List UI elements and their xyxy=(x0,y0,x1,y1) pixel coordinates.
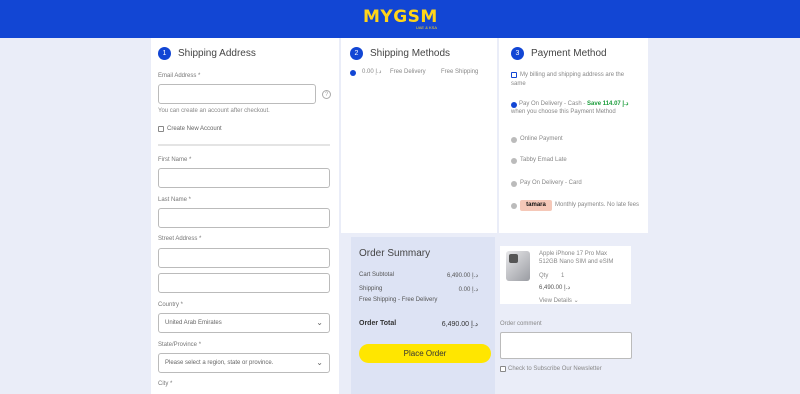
create-account-checkbox[interactable] xyxy=(158,126,164,132)
logo-subtext: UAE & KSA xyxy=(415,25,437,30)
step-number: 1 xyxy=(158,47,171,60)
payment-radio-tabby[interactable] xyxy=(511,158,517,164)
product-name: Apple iPhone 17 Pro Max 512GB Nano SIM a… xyxy=(539,251,614,265)
step-title: Payment Method xyxy=(531,48,607,59)
country-label: Country * xyxy=(158,302,184,308)
payment-cod-card-label: Pay On Delivery - Card xyxy=(520,180,582,186)
step-payment-method: 3 Payment Method xyxy=(511,47,607,60)
payment-online-label: Online Payment xyxy=(520,136,563,142)
view-details-link[interactable]: View Details ⌄ xyxy=(539,297,579,306)
email-field[interactable] xyxy=(158,84,316,104)
product-qty-value: 1 xyxy=(561,273,565,279)
chevron-down-icon: ⌄ xyxy=(316,318,323,327)
product-price: د.إ 6,490.00 xyxy=(539,285,571,291)
payment-radio-online[interactable] xyxy=(511,137,517,143)
payment-tabby-label: Tabby Emad Late xyxy=(520,157,567,163)
step-title: Shipping Address xyxy=(178,48,256,59)
cart-subtotal-value: د.إ 6,490.00 xyxy=(446,273,478,279)
last-name-field[interactable] xyxy=(158,208,330,228)
step-number: 2 xyxy=(350,47,363,60)
last-name-label: Last Name * xyxy=(158,197,192,203)
shipping-method-price: د.إ 0.00 xyxy=(362,69,382,75)
first-name-label: First Name * xyxy=(158,157,192,163)
chevron-down-icon: ⌄ xyxy=(316,358,323,367)
cod-cash-label: Pay On Delivery - Cash - xyxy=(519,101,586,107)
create-account-label: Create New Account xyxy=(167,126,222,132)
step-shipping-address: 1 Shipping Address xyxy=(158,47,256,60)
site-logo[interactable]: MYGSM UAE & KSA xyxy=(363,8,439,32)
street-address-label: Street Address * xyxy=(158,236,202,242)
section-divider xyxy=(158,144,330,146)
site-header: MYGSM UAE & KSA xyxy=(0,0,800,38)
newsletter-checkbox[interactable] xyxy=(500,366,506,372)
logo-text: MYGSM xyxy=(363,7,438,27)
cod-cash-note: when you choose this Payment Method xyxy=(511,109,616,115)
order-comment-label: Order comment xyxy=(500,321,542,327)
shipping-method-carrier: Free Delivery xyxy=(390,69,426,75)
shipping-label: Shipping xyxy=(359,286,383,292)
email-hint: You can create an account after checkout… xyxy=(158,108,270,114)
product-qty-label: Qty xyxy=(539,273,549,279)
country-value: United Arab Emirates xyxy=(165,320,222,326)
shipping-method-radio[interactable] xyxy=(350,70,356,76)
shipping-method-name: Free Shipping xyxy=(441,69,479,75)
payment-tamara-label: Monthly payments. No late fees xyxy=(555,202,640,208)
shipping-value: د.إ 0.00 xyxy=(458,287,478,293)
order-summary-title: Order Summary xyxy=(359,248,431,259)
order-summary-panel xyxy=(351,237,495,394)
step-number: 3 xyxy=(511,47,524,60)
state-placeholder: Please select a region, state or provinc… xyxy=(165,360,274,366)
help-icon[interactable]: ? xyxy=(322,90,331,99)
order-comment-field[interactable] xyxy=(500,332,632,359)
order-total-value: د.إ 6,490.00 xyxy=(441,321,478,328)
place-order-button[interactable]: Place Order xyxy=(359,344,491,363)
first-name-field[interactable] xyxy=(158,168,330,188)
newsletter-label: Check to Subscribe Our Newsletter xyxy=(508,366,602,372)
shipping-note: Free Shipping - Free Delivery xyxy=(359,297,438,303)
cod-cash-promo: Save د.إ 114.07 xyxy=(587,101,629,107)
cart-subtotal-label: Cart Subtotal xyxy=(359,272,395,278)
street-address-line2[interactable] xyxy=(158,273,330,293)
order-total-label: Order Total xyxy=(359,320,397,327)
step-title: Shipping Methods xyxy=(370,48,451,59)
state-label: State/Province * xyxy=(158,342,202,348)
step-shipping-methods: 2 Shipping Methods xyxy=(350,47,450,60)
payment-radio-cod-card[interactable] xyxy=(511,181,517,187)
country-select[interactable]: United Arab Emirates ⌄ xyxy=(158,313,330,333)
city-label: City * xyxy=(158,381,173,387)
billing-same-label: My billing and shipping address are the … xyxy=(511,72,625,87)
product-image-camera xyxy=(509,254,518,263)
email-label: Email Address * xyxy=(158,73,201,79)
state-select[interactable]: Please select a region, state or provinc… xyxy=(158,353,330,373)
street-address-line1[interactable] xyxy=(158,248,330,268)
